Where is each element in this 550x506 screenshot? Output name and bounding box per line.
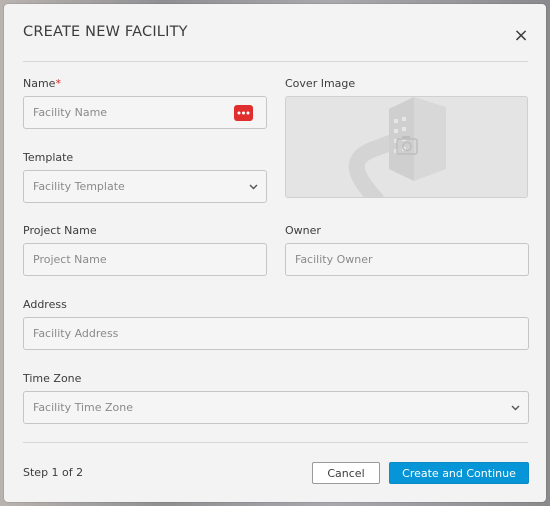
facility-owner-placeholder: Facility Owner — [295, 253, 373, 266]
facility-owner-input[interactable]: Facility Owner — [285, 243, 529, 276]
building-camera-placeholder-icon — [348, 97, 446, 197]
project-name-label: Project Name — [23, 224, 97, 237]
facility-address-input[interactable]: Facility Address — [23, 317, 529, 350]
address-label: Address — [23, 298, 67, 311]
facility-template-select[interactable]: Facility Template — [23, 170, 267, 203]
facility-time-zone-placeholder: Facility Time Zone — [33, 401, 134, 414]
template-label: Template — [23, 151, 74, 164]
footer-divider — [23, 442, 528, 443]
project-name-placeholder: Project Name — [33, 253, 107, 266]
facility-time-zone-select[interactable]: Facility Time Zone — [23, 391, 529, 424]
facility-name-placeholder: Facility Name — [33, 106, 108, 119]
close-icon[interactable]: × — [510, 24, 532, 46]
cover-image-dropzone[interactable] — [285, 96, 528, 198]
cover-image-label: Cover Image — [285, 77, 356, 90]
create-facility-dialog: CREATE NEW FACILITY × Name* Facility Nam… — [4, 4, 546, 502]
create-and-continue-button[interactable]: Create and Continue — [389, 462, 529, 484]
owner-label: Owner — [285, 224, 321, 237]
name-label-text: Name — [23, 77, 56, 90]
header-divider — [23, 61, 528, 62]
facility-name-input[interactable]: Facility Name — [23, 96, 267, 129]
cancel-button[interactable]: Cancel — [312, 462, 380, 484]
chevron-down-icon — [502, 392, 528, 423]
required-mark: * — [55, 77, 61, 90]
dialog-title: CREATE NEW FACILITY — [23, 24, 188, 40]
facility-template-placeholder: Facility Template — [33, 180, 125, 193]
time-zone-label: Time Zone — [23, 372, 82, 385]
facility-address-placeholder: Facility Address — [33, 327, 119, 340]
step-indicator: Step 1 of 2 — [23, 466, 84, 479]
chevron-down-icon — [240, 171, 266, 202]
more-horizontal-icon[interactable] — [234, 104, 253, 121]
project-name-input[interactable]: Project Name — [23, 243, 267, 276]
name-label: Name* — [23, 77, 61, 90]
